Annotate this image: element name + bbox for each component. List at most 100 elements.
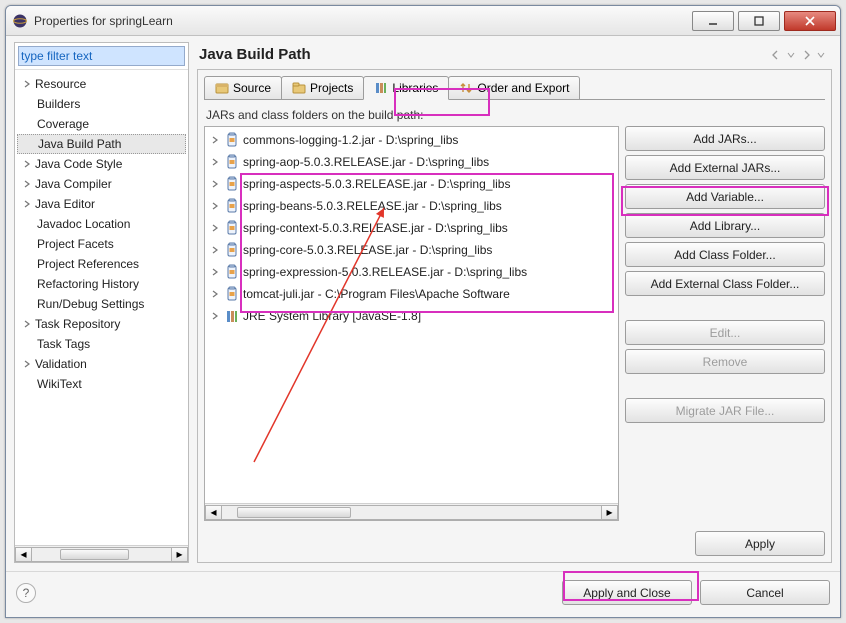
jar-entry[interactable]: tomcat-juli.jar - C:\Program Files\Apach… (205, 283, 618, 305)
sidebar-item-validation[interactable]: Validation (17, 354, 186, 374)
maximize-button[interactable] (738, 11, 780, 31)
cancel-button[interactable]: Cancel (700, 580, 830, 605)
chevron-right-icon (209, 266, 221, 278)
sidebar-item-label: Project References (37, 257, 139, 271)
scroll-right-icon[interactable]: ▸ (171, 547, 188, 562)
sidebar-item-java-code-style[interactable]: Java Code Style (17, 154, 186, 174)
nav-back-icon[interactable] (768, 47, 784, 63)
tab-order-and-export[interactable]: Order and Export (448, 76, 580, 100)
sidebar-item-java-build-path[interactable]: Java Build Path (17, 134, 186, 154)
help-icon[interactable]: ? (16, 583, 36, 603)
jar-entry-label: spring-beans-5.0.3.RELEASE.jar - D:\spri… (243, 199, 502, 213)
filter-input[interactable] (18, 46, 185, 66)
sidebar-item-label: Task Tags (37, 337, 90, 351)
jar-icon (225, 220, 239, 236)
jar-entry-label: spring-core-5.0.3.RELEASE.jar - D:\sprin… (243, 243, 492, 257)
jar-list[interactable]: commons-logging-1.2.jar - D:\spring_libs… (205, 127, 618, 503)
add-external-jars-button[interactable]: Add External JARs... (625, 155, 825, 180)
jar-entry[interactable]: spring-aspects-5.0.3.RELEASE.jar - D:\sp… (205, 173, 618, 195)
dialog-footer: ? Apply and Close Cancel (6, 571, 840, 617)
nav-forward-menu-icon[interactable] (816, 47, 826, 63)
remove-button[interactable]: Remove (625, 349, 825, 374)
sidebar-scrollbar[interactable]: ◂ ▸ (15, 545, 188, 562)
sidebar-item-task-repository[interactable]: Task Repository (17, 314, 186, 334)
jar-icon (225, 286, 239, 302)
sidebar-item-coverage[interactable]: Coverage (17, 114, 186, 134)
jar-list-box: commons-logging-1.2.jar - D:\spring_libs… (204, 126, 619, 521)
jar-entry[interactable]: spring-beans-5.0.3.RELEASE.jar - D:\spri… (205, 195, 618, 217)
tab-label: Source (233, 81, 271, 95)
sidebar-item-task-tags[interactable]: Task Tags (17, 334, 186, 354)
apply-button[interactable]: Apply (695, 531, 825, 556)
add-variable-button[interactable]: Add Variable... (625, 184, 825, 209)
chevron-right-icon (209, 200, 221, 212)
chevron-right-icon (21, 198, 33, 210)
nav-back-menu-icon[interactable] (786, 47, 796, 63)
sidebar-item-wikitext[interactable]: WikiText (17, 374, 186, 394)
tab-libraries[interactable]: Libraries (363, 76, 449, 100)
chevron-right-icon (209, 222, 221, 234)
sidebar-item-project-facets[interactable]: Project Facets (17, 234, 186, 254)
edit-button[interactable]: Edit... (625, 320, 825, 345)
scroll-left-icon[interactable]: ◂ (15, 547, 32, 562)
add-external-class-folder-button[interactable]: Add External Class Folder... (625, 271, 825, 296)
tab-projects[interactable]: Projects (281, 76, 364, 100)
sidebar-item-label: Coverage (37, 117, 89, 131)
package-icon (215, 81, 229, 95)
chevron-right-icon (209, 134, 221, 146)
tab-label: Order and Export (477, 81, 569, 95)
sidebar-item-label: WikiText (37, 377, 82, 391)
scroll-left-icon[interactable]: ◂ (205, 505, 222, 520)
sidebar-item-project-references[interactable]: Project References (17, 254, 186, 274)
window-title: Properties for springLearn (34, 14, 688, 28)
sidebar-item-java-compiler[interactable]: Java Compiler (17, 174, 186, 194)
chevron-right-icon (209, 288, 221, 300)
sidebar-item-label: Project Facets (37, 237, 114, 251)
jar-entry[interactable]: spring-aop-5.0.3.RELEASE.jar - D:\spring… (205, 151, 618, 173)
sidebar-item-label: Refactoring History (37, 277, 139, 291)
jar-entry-label: JRE System Library [JavaSE-1.8] (243, 309, 421, 323)
jar-entry[interactable]: JRE System Library [JavaSE-1.8] (205, 305, 618, 327)
migrate-jar-button[interactable]: Migrate JAR File... (625, 398, 825, 423)
sidebar-item-label: Java Build Path (38, 137, 121, 151)
chevron-right-icon (21, 178, 33, 190)
close-button[interactable] (784, 11, 836, 31)
jar-entry[interactable]: spring-context-5.0.3.RELEASE.jar - D:\sp… (205, 217, 618, 239)
minimize-button[interactable] (692, 11, 734, 31)
sidebar-item-refactoring-history[interactable]: Refactoring History (17, 274, 186, 294)
sidebar-item-resource[interactable]: Resource (17, 74, 186, 94)
category-tree[interactable]: Resource Builders Coverage Java Build Path J… (15, 70, 188, 545)
nav-forward-icon[interactable] (798, 47, 814, 63)
sidebar-item-java-editor[interactable]: Java Editor (17, 194, 186, 214)
add-class-folder-button[interactable]: Add Class Folder... (625, 242, 825, 267)
sidebar-item-run-debug-settings[interactable]: Run/Debug Settings (17, 294, 186, 314)
jar-entry-label: tomcat-juli.jar - C:\Program Files\Apach… (243, 287, 510, 301)
chevron-right-icon (209, 178, 221, 190)
dialog-content: ResourceBuildersCoverageJava Build PathJ… (6, 36, 840, 571)
add-library-button[interactable]: Add Library... (625, 213, 825, 238)
libraries-icon (374, 81, 388, 95)
jar-buttons-column: Add JARs... Add External JARs... Add Var… (625, 126, 825, 521)
sidebar-item-label: Builders (37, 97, 80, 111)
chevron-right-icon (209, 156, 221, 168)
category-sidebar: Resource Builders Coverage Java Build Path J… (14, 42, 189, 563)
sidebar-item-label: Resource (35, 77, 86, 91)
page-title: Java Build Path (199, 46, 766, 63)
apply-close-button[interactable]: Apply and Close (562, 580, 692, 605)
scroll-thumb[interactable] (237, 507, 351, 518)
main-panel: Java Build Path Source ProjectsLibraries O… (197, 42, 832, 563)
tab-source[interactable]: Source (204, 76, 282, 100)
projects-icon (292, 81, 306, 95)
sidebar-item-builders[interactable]: Builders (17, 94, 186, 114)
add-jars-button[interactable]: Add JARs... (625, 126, 825, 151)
chevron-right-icon (21, 158, 33, 170)
sidebar-item-javadoc-location[interactable]: Javadoc Location (17, 214, 186, 234)
build-path-tabs: Source ProjectsLibraries Order and Export (204, 74, 825, 100)
scroll-thumb[interactable] (60, 549, 130, 560)
jar-list-scrollbar[interactable]: ◂ ▸ (205, 503, 618, 520)
jar-entry[interactable]: spring-expression-5.0.3.RELEASE.jar - D:… (205, 261, 618, 283)
jar-entry[interactable]: spring-core-5.0.3.RELEASE.jar - D:\sprin… (205, 239, 618, 261)
jar-entry[interactable]: commons-logging-1.2.jar - D:\spring_libs (205, 129, 618, 151)
jar-entry-label: spring-context-5.0.3.RELEASE.jar - D:\sp… (243, 221, 508, 235)
scroll-right-icon[interactable]: ▸ (601, 505, 618, 520)
